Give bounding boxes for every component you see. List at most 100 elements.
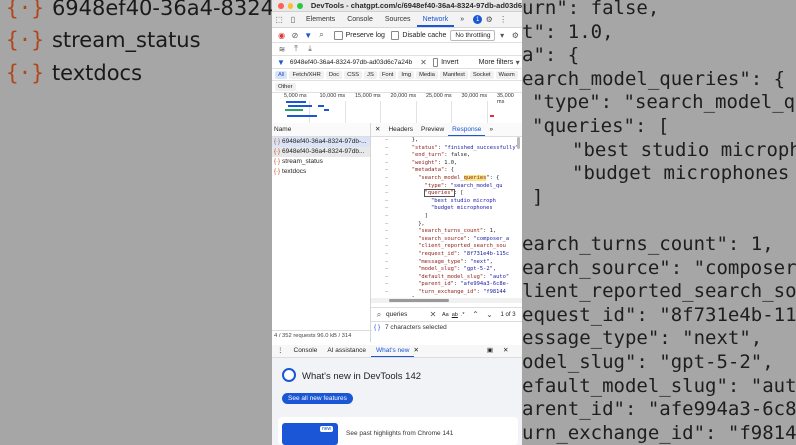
gear-icon[interactable]: ⚙ <box>484 15 494 25</box>
kebab-menu-icon[interactable]: ⋮ <box>498 15 508 25</box>
braces-icon[interactable]: { } <box>374 324 380 331</box>
network-settings-icon[interactable]: ⚙ <box>511 30 520 40</box>
dock-icon[interactable]: ▣ <box>482 345 498 357</box>
preserve-log-checkbox[interactable] <box>334 30 343 40</box>
tab-console[interactable]: Console <box>341 12 379 27</box>
horizontal-scrollbar[interactable] <box>371 298 522 303</box>
regex-toggle[interactable]: .* <box>461 312 465 318</box>
drawer-tab-ai-assistance[interactable]: AI assistance <box>322 345 371 357</box>
chevron-up-icon[interactable]: ⌃ <box>471 310 481 320</box>
bg-code-line: odel_slug": "gpt-5-2", <box>522 351 774 373</box>
inspect-icon[interactable]: ⬚ <box>274 15 284 25</box>
issues-badge[interactable]: 1 <box>473 15 483 24</box>
request-row[interactable]: {·} textdocs <box>272 167 370 177</box>
request-detail-panel: ✕ Headers Preview Response » –}, – "status… <box>371 123 522 342</box>
filter-fetch-xhr[interactable]: Fetch/XHR <box>289 70 324 79</box>
whole-word-toggle[interactable]: ab <box>452 312 458 318</box>
code-text: }, <box>412 296 419 297</box>
response-line: – "default_model_slug": "auto" <box>371 274 522 282</box>
close-tab-icon[interactable]: ✕ <box>408 345 423 357</box>
tab-headers[interactable]: Headers <box>384 123 417 136</box>
import-icon[interactable]: ⤒ <box>291 44 301 54</box>
clear-search-icon[interactable]: ✕ <box>428 310 438 320</box>
filter-socket[interactable]: Socket <box>469 70 494 79</box>
filter-media[interactable]: Media <box>416 70 438 79</box>
bg-code-line: lient_reported_search_sou <box>522 280 796 303</box>
maximize-window-button[interactable] <box>297 2 303 9</box>
response-line: – "best studio microph <box>371 198 522 206</box>
code-text: }, <box>418 221 425 229</box>
clear-filter-icon[interactable]: ✕ <box>420 57 427 67</box>
chevron-down-icon: ▾ <box>515 57 520 67</box>
filter-font[interactable]: Font <box>378 70 397 79</box>
name-column-header[interactable]: Name <box>272 123 370 137</box>
device-toolbar-icon[interactable]: ▯ <box>288 15 298 25</box>
code-token: "end_turn" <box>411 152 445 159</box>
filter-input[interactable]: 6948ef40-36a4-8324-97db-ad03d6c7a24b <box>290 59 412 66</box>
drawer-menu-icon[interactable]: ⋮ <box>272 345 289 357</box>
see-all-features-button[interactable]: See all new features <box>282 393 353 404</box>
more-filters-button[interactable]: More filters <box>479 59 514 66</box>
disable-cache-checkbox[interactable] <box>390 30 400 40</box>
wifi-icon[interactable]: ≋ <box>277 44 287 54</box>
request-row[interactable]: {·} 6948ef40-36a4-8324-97db... <box>272 147 370 157</box>
bg-left-label: textdocs <box>51 61 143 85</box>
network-toolbar-secondary: ≋ ⤒ ⤓ <box>272 43 522 56</box>
code-token: : [ <box>453 190 464 197</box>
bg-left-label: stream_status <box>51 28 201 52</box>
code-text: "weight": 1.0, <box>412 160 457 168</box>
filter-icon[interactable]: ▼ <box>304 30 313 40</box>
code-text: "budget microphones <box>431 205 493 213</box>
search-input[interactable]: queries <box>386 311 426 318</box>
clear-icon[interactable]: ⊘ <box>290 30 299 40</box>
response-line: – "search_turns_count": 1, <box>371 228 522 236</box>
invert-checkbox[interactable] <box>432 57 439 67</box>
highlights-thumbnail: new <box>282 423 338 445</box>
bg-code-line: earch_turns_count": 1, <box>522 233 774 255</box>
tab-sources[interactable]: Sources <box>379 12 417 27</box>
filter-doc[interactable]: Doc <box>325 70 343 79</box>
filter-css[interactable]: CSS <box>344 70 363 79</box>
bg-code-line: t": 1.0, <box>522 20 614 43</box>
filter-manifest[interactable]: Manifest <box>439 70 468 79</box>
request-name: stream_status <box>282 158 323 165</box>
line-gutter: – <box>385 273 389 280</box>
close-detail-icon[interactable]: ✕ <box>371 123 384 136</box>
tab-preview[interactable]: Preview <box>417 123 448 136</box>
request-row[interactable]: {·} 6948ef40-36a4-8324-97db-... <box>272 137 370 147</box>
throttling-select[interactable]: No throttling <box>450 29 496 41</box>
json-icon: {·} <box>6 0 44 20</box>
line-gutter: – <box>385 296 388 297</box>
tab-elements[interactable]: Elements <box>300 12 341 27</box>
response-body[interactable]: –}, – "status": "finished_successfully" – "e… <box>371 137 522 297</box>
search-icon[interactable]: ⌕ <box>317 30 326 40</box>
json-icon: {·} <box>274 139 281 145</box>
tab-network[interactable]: Network <box>416 12 455 27</box>
json-icon: {·} <box>274 149 281 155</box>
tab-response[interactable]: Response <box>448 123 486 136</box>
close-window-button[interactable] <box>278 2 284 9</box>
scrollbar-thumb[interactable] <box>389 299 449 302</box>
minimize-window-button[interactable] <box>287 2 294 9</box>
export-icon[interactable]: ⤓ <box>305 44 315 54</box>
filter-wasm[interactable]: Wasm <box>495 70 518 79</box>
match-case-toggle[interactable]: Aa <box>442 312 449 318</box>
more-tabs-button[interactable]: » <box>454 12 470 27</box>
more-detail-tabs-button[interactable]: » <box>485 123 497 136</box>
response-line: – "search_source": "composer_a <box>371 236 522 244</box>
code-token: "budget microphones <box>431 205 493 212</box>
chevron-down-icon[interactable]: ⌄ <box>485 310 495 320</box>
filter-js[interactable]: JS <box>364 70 377 79</box>
filter-other[interactable]: Other <box>275 82 296 91</box>
vertical-scrollbar[interactable] <box>517 137 520 149</box>
close-drawer-icon[interactable]: ✕ <box>498 345 513 357</box>
filter-all[interactable]: All <box>275 70 288 79</box>
line-gutter: – <box>385 243 389 250</box>
main-tab-bar: ⬚ ▯ Elements Console Sources Network » 1… <box>272 12 522 28</box>
highlights-card[interactable]: new See past highlights from Chrome 141 <box>278 417 518 445</box>
request-row[interactable]: {·} stream_status <box>272 157 370 167</box>
bg-left-item: {·} stream_status <box>6 28 201 52</box>
filter-img[interactable]: Img <box>398 70 415 79</box>
drawer-tab-console[interactable]: Console <box>289 345 323 357</box>
record-icon[interactable]: ◉ <box>277 30 286 40</box>
